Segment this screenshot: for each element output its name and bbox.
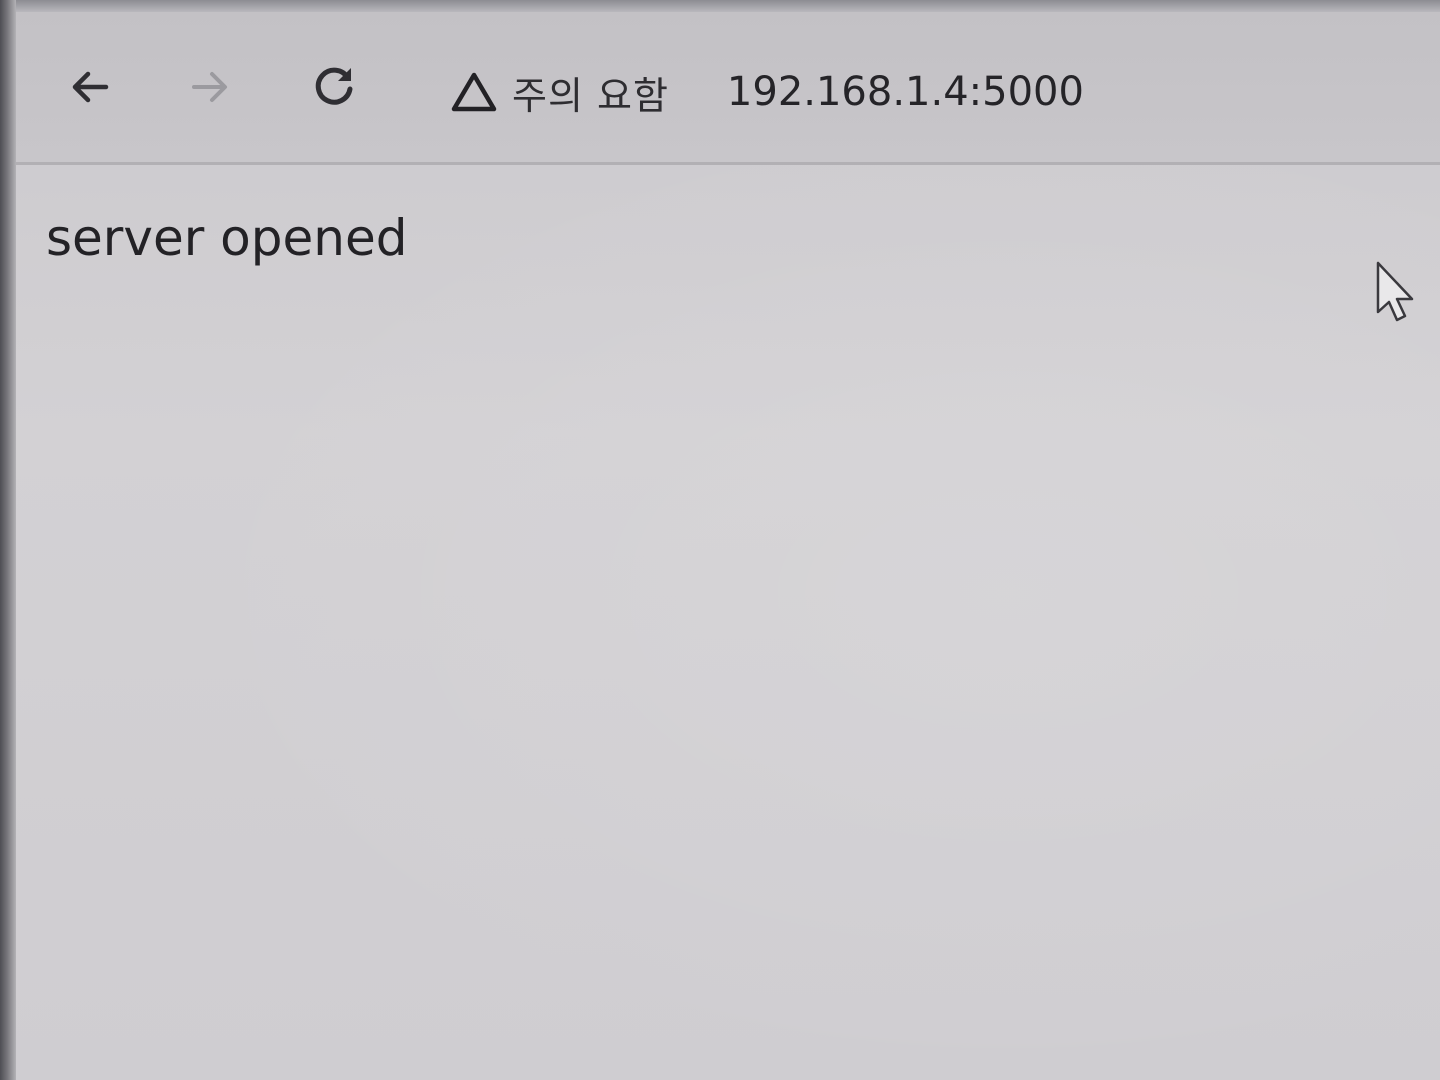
site-security-indicator[interactable]: 주의 요함 xyxy=(446,60,669,124)
monitor-bezel-left xyxy=(0,0,16,1080)
url-text[interactable]: 192.168.1.4:5000 xyxy=(727,69,1084,115)
security-warning-label: 주의 요함 xyxy=(512,73,669,118)
arrow-right-icon xyxy=(192,72,227,102)
back-button[interactable] xyxy=(60,57,120,117)
browser-toolbar: 주의 요함 192.168.1.4:5000 xyxy=(16,12,1440,165)
address-bar[interactable]: 주의 요함 192.168.1.4:5000 xyxy=(446,60,1346,124)
forward-button[interactable] xyxy=(180,57,240,117)
page-body-text: server opened xyxy=(46,209,408,267)
arrow-left-icon xyxy=(72,71,109,103)
reload-button[interactable] xyxy=(304,57,364,117)
reload-icon xyxy=(315,67,353,105)
mouse-pointer-icon xyxy=(1376,261,1414,322)
monitor-bezel-top xyxy=(0,0,1440,12)
page-content: server opened xyxy=(16,165,1440,1080)
browser-window: 주의 요함 192.168.1.4:5000 server opened xyxy=(0,0,1440,1080)
warning-triangle-icon xyxy=(451,72,497,112)
